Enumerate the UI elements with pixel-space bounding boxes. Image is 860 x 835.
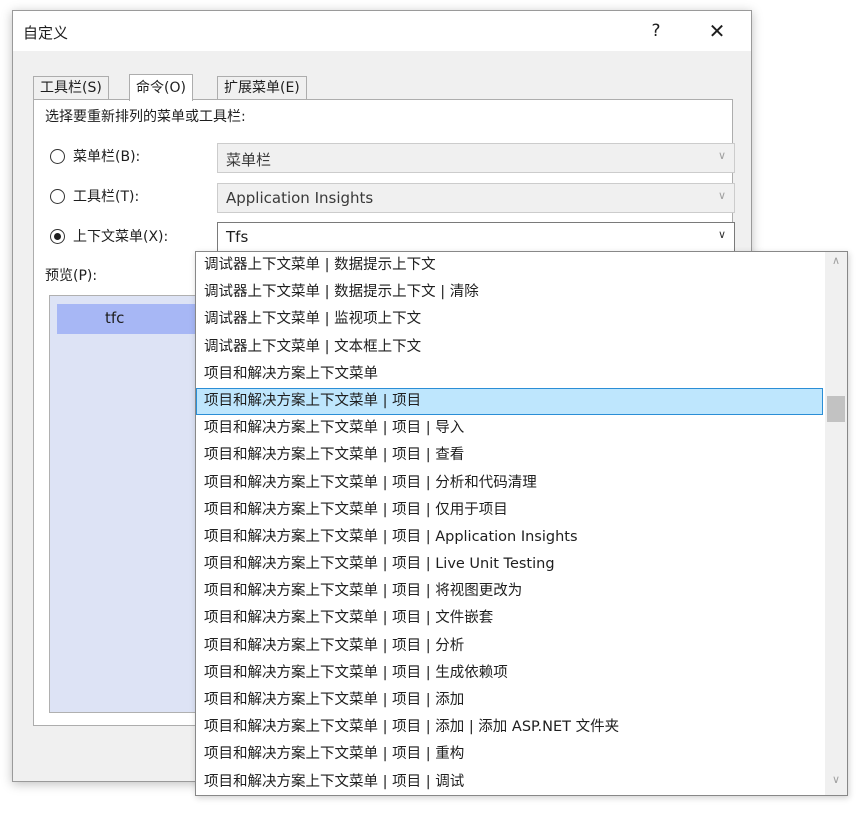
dropdown-item[interactable]: 调试器上下文菜单 | 文本框上下文 [196, 334, 823, 361]
close-button[interactable]: ✕ [702, 17, 732, 45]
chevron-down-icon: ∨ [717, 149, 726, 162]
dropdown-items: 调试器上下文菜单 | 数据提示上下文 调试器上下文菜单 | 数据提示上下文 | 清… [196, 252, 823, 795]
dropdown-item[interactable]: 项目和解决方案上下文菜单 | 项目 | Application Insights [196, 524, 823, 551]
title-bar: 自定义 ? ✕ [13, 11, 751, 51]
choose-label: 选择要重新排列的菜单或工具栏: [45, 109, 246, 125]
dropdown-item[interactable]: 调试器上下文菜单 | 数据提示上下文 [196, 252, 823, 279]
dialog-title: 自定义 [23, 24, 69, 42]
dropdown-item[interactable]: 项目和解决方案上下文菜单 | 项目 | 添加 [196, 687, 823, 714]
menubar-combo[interactable]: 菜单栏 ∨ [217, 143, 735, 173]
scrollbar[interactable]: ∧ ∨ [825, 252, 847, 795]
preview-item-label: tfc [105, 309, 125, 327]
context-menu-radio[interactable] [50, 229, 65, 244]
context-menu-dropdown-list: 调试器上下文菜单 | 数据提示上下文 调试器上下文菜单 | 数据提示上下文 | 清… [195, 251, 848, 796]
dropdown-item[interactable]: 项目和解决方案上下文菜单 | 项目 | 查看 [196, 442, 823, 469]
dropdown-item[interactable]: 项目和解决方案上下文菜单 [196, 361, 823, 388]
dropdown-item[interactable]: 调试器上下文菜单 | 监视项上下文 [196, 306, 823, 333]
toolbar-combo-value: Application Insights [226, 189, 374, 207]
preview-box: tfc [49, 295, 217, 713]
dropdown-item[interactable]: 调试器上下文菜单 | 数据提示上下文 | 清除 [196, 279, 823, 306]
dropdown-item[interactable]: 项目和解决方案上下文菜单 | 项目 | 添加 | 添加 ASP.NET 文件夹 [196, 714, 823, 741]
context-menu-label: 上下文菜单(X): [73, 229, 169, 245]
context-menu-combo[interactable]: Tfs ∨ [217, 222, 735, 252]
tab-toolbars[interactable]: 工具栏(S) [33, 76, 109, 100]
tab-commands[interactable]: 命令(O) [129, 74, 193, 101]
chevron-down-icon: ∨ [717, 189, 726, 202]
dropdown-item[interactable]: 项目和解决方案上下文菜单 | 项目 | Live Unit Testing [196, 551, 823, 578]
dropdown-item[interactable]: 项目和解决方案上下文菜单 | 项目 | 仅用于项目 [196, 497, 823, 524]
preview-item[interactable]: tfc [57, 304, 217, 334]
help-button[interactable]: ? [641, 17, 671, 45]
menubar-radio[interactable] [50, 149, 65, 164]
dropdown-item[interactable]: 项目和解决方案上下文菜单 | 项目 | 导入 [196, 415, 823, 442]
dropdown-item[interactable]: 项目和解决方案上下文菜单 | 项目 | 分析和代码清理 [196, 470, 823, 497]
tab-extension-menus[interactable]: 扩展菜单(E) [217, 76, 307, 100]
menubar-label: 菜单栏(B): [73, 149, 141, 165]
dropdown-item[interactable]: 项目和解决方案上下文菜单 | 项目 | 生成依赖项 [196, 660, 823, 687]
dropdown-item[interactable]: 项目和解决方案上下文菜单 | 项目 | 调试 [196, 769, 823, 795]
toolbar-label: 工具栏(T): [73, 189, 140, 205]
preview-label: 预览(P): [45, 268, 98, 284]
dropdown-item[interactable]: 项目和解决方案上下文菜单 | 项目 | 将视图更改为 [196, 578, 823, 605]
chevron-up-icon[interactable]: ∧ [825, 254, 847, 274]
dropdown-item[interactable]: 项目和解决方案上下文菜单 | 项目 | 重构 [196, 741, 823, 768]
scrollbar-thumb[interactable] [827, 396, 845, 422]
toolbar-combo[interactable]: Application Insights ∨ [217, 183, 735, 213]
dropdown-item[interactable]: 项目和解决方案上下文菜单 | 项目 | 文件嵌套 [196, 605, 823, 632]
toolbar-radio[interactable] [50, 189, 65, 204]
context-menu-combo-value: Tfs [226, 228, 249, 246]
dropdown-item[interactable]: 项目和解决方案上下文菜单 | 项目 | 分析 [196, 633, 823, 660]
chevron-down-icon[interactable]: ∨ [825, 773, 847, 793]
menubar-combo-value: 菜单栏 [226, 151, 272, 169]
chevron-down-icon: ∨ [717, 228, 726, 241]
dropdown-item-selected[interactable]: 项目和解决方案上下文菜单 | 项目 [196, 387, 823, 416]
